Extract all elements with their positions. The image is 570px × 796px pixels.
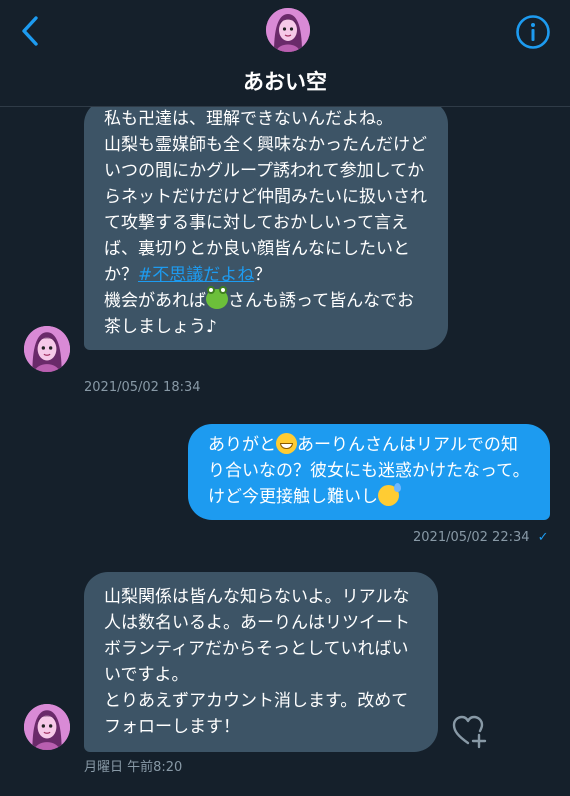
message-timestamp: 2021/05/02 18:34 bbox=[84, 380, 201, 395]
back-button[interactable] bbox=[16, 14, 46, 48]
message-bubble-incoming[interactable]: 山梨関係は皆んな知らないよ。リアルな人は数名いるよ。あーりんはリツイートボランテ… bbox=[84, 572, 438, 752]
heart-plus-icon bbox=[452, 715, 487, 749]
message-text: ありがと bbox=[208, 435, 276, 455]
hashtag-link[interactable]: #不思議だよね bbox=[138, 265, 254, 285]
sender-avatar[interactable] bbox=[24, 704, 70, 750]
message-timestamp: 月曜日 午前8:20 bbox=[84, 760, 183, 775]
info-icon bbox=[516, 15, 550, 49]
frog-emoji bbox=[206, 286, 228, 309]
header-avatar[interactable] bbox=[266, 8, 310, 52]
conversation-title: あおい空 bbox=[243, 70, 327, 94]
message-bubble-outgoing[interactable]: ありがと あーりんさんはリアルでの知り合いなの？彼女にも迷惑かけたなって。けど今更… bbox=[188, 424, 550, 520]
downcast-sweat-emoji bbox=[378, 483, 401, 506]
chevron-left-icon bbox=[22, 16, 38, 46]
message-text: 私も卍達は、理解できないんだよね。 山梨も霊媒師も全く興味なかったんだけどいつの… bbox=[104, 109, 427, 285]
info-button[interactable] bbox=[515, 14, 551, 50]
react-button[interactable] bbox=[451, 714, 489, 750]
grinning-emoji bbox=[276, 433, 297, 454]
timestamp-text: 2021/05/02 22:34 bbox=[413, 530, 530, 545]
sent-check-icon: ✓ bbox=[537, 530, 549, 545]
conversation-header: あおい空 bbox=[0, 0, 570, 107]
sender-avatar[interactable] bbox=[24, 326, 70, 372]
message-text: 山梨関係は皆んな知らないよ。リアルな人は数名いるよ。あーりんはリツイートボランテ… bbox=[104, 587, 410, 737]
message-timestamp: 2021/05/02 22:34 ✓ bbox=[413, 530, 549, 545]
message-bubble-incoming[interactable]: 私も卍達は、理解できないんだよね。 山梨も霊媒師も全く興味なかったんだけどいつの… bbox=[84, 100, 448, 350]
